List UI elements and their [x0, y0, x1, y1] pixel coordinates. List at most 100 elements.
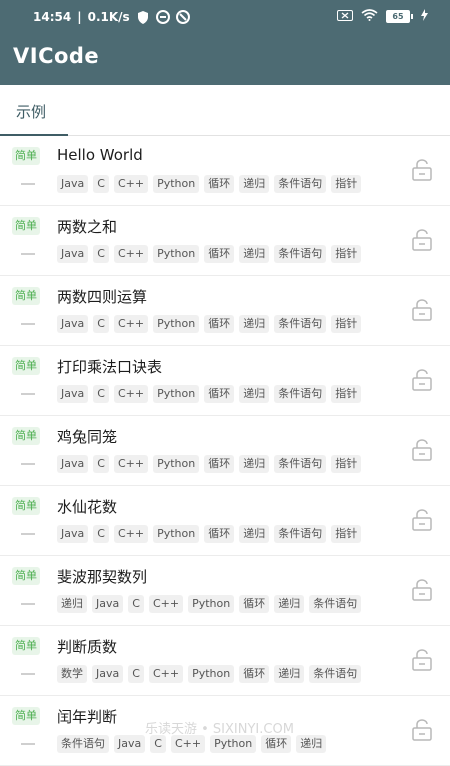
tag: 指针	[331, 455, 362, 473]
unlock-icon[interactable]	[411, 438, 433, 462]
unlock-icon[interactable]	[411, 508, 433, 532]
unlock-icon[interactable]	[411, 228, 433, 252]
tag: 递归	[239, 315, 270, 333]
tag: Python	[210, 735, 257, 753]
list-item[interactable]: 简单 鸡兔同笼 Java C C++ Python 循环 递归 条件语句 指针	[0, 416, 450, 486]
tag: 循环	[239, 595, 270, 613]
list-item[interactable]: 简单 Hello World Java C C++ Python 循环 递归 条件语句 指针	[0, 136, 450, 206]
tag: 指针	[331, 315, 362, 333]
tag: C	[93, 525, 109, 543]
tag: C++	[113, 175, 149, 193]
tag: C++	[113, 245, 149, 263]
list-item[interactable]: 简单 斐波那契数列 递归 Java C C++ Python 循环 递归 条件语句	[0, 556, 450, 626]
tag: 条件语句	[309, 665, 362, 683]
dash-divider	[21, 253, 35, 255]
tag: 循环	[261, 735, 292, 753]
tag: 循环	[204, 455, 235, 473]
tag: Python	[153, 385, 200, 403]
sim-icon	[337, 9, 353, 24]
unlock-icon[interactable]	[411, 368, 433, 392]
unlock-icon[interactable]	[411, 648, 433, 672]
app-bar: 14:54 | 0.1K/s 65 VICode	[0, 0, 450, 85]
tag: 递归	[239, 385, 270, 403]
difficulty-badge: 简单	[12, 147, 40, 165]
dash-divider	[21, 533, 35, 535]
unlock-icon[interactable]	[411, 578, 433, 602]
app-title: VICode	[13, 44, 100, 68]
item-title: 两数四则运算	[57, 288, 148, 306]
item-title: 判断质数	[57, 638, 118, 656]
tag-list: Java C C++ Python 循环 递归 条件语句 指针	[57, 175, 362, 193]
tag: C	[93, 175, 109, 193]
tag: 循环	[239, 665, 270, 683]
tag: C	[128, 595, 144, 613]
tag: Java	[57, 245, 89, 263]
difficulty-badge: 简单	[12, 637, 40, 655]
tag: 循环	[204, 245, 235, 263]
list-item[interactable]: 简单 打印乘法口诀表 Java C C++ Python 循环 递归 条件语句 指针	[0, 346, 450, 416]
status-time: 14:54	[33, 10, 72, 24]
status-bar: 14:54 | 0.1K/s 65	[0, 0, 450, 34]
unlock-icon[interactable]	[411, 298, 433, 322]
charging-icon	[421, 9, 428, 24]
tag: Java	[57, 175, 89, 193]
tag: 循环	[204, 385, 235, 403]
item-title: 两数之和	[57, 218, 118, 236]
tag: C++	[113, 385, 149, 403]
tag: 条件语句	[309, 595, 362, 613]
unlock-icon[interactable]	[411, 718, 433, 742]
difficulty-badge: 简单	[12, 287, 40, 305]
tag: 递归	[239, 455, 270, 473]
tag: C	[128, 665, 144, 683]
difficulty-badge: 简单	[12, 707, 40, 725]
tag: C	[93, 315, 109, 333]
tag-list: 递归 Java C C++ Python 循环 递归 条件语句	[57, 595, 362, 613]
tag: 循环	[204, 525, 235, 543]
tag: 递归	[239, 525, 270, 543]
item-title: 打印乘法口诀表	[57, 358, 163, 376]
tag: Java	[57, 315, 89, 333]
tag: 指针	[331, 175, 362, 193]
unlock-icon[interactable]	[411, 158, 433, 182]
tag: Java	[114, 735, 146, 753]
dash-divider	[21, 393, 35, 395]
list-item[interactable]: 简单 两数四则运算 Java C C++ Python 循环 递归 条件语句 指针	[0, 276, 450, 346]
tag-list: Java C C++ Python 循环 递归 条件语句 指针	[57, 315, 362, 333]
tag: Java	[57, 455, 89, 473]
tag: C++	[113, 315, 149, 333]
tag: Java	[57, 385, 89, 403]
tag-list: Java C C++ Python 循环 递归 条件语句 指针	[57, 525, 362, 543]
tag: 递归	[239, 175, 270, 193]
example-list: 简单 Hello World Java C C++ Python 循环 递归 条件语句 指针 …	[0, 136, 450, 766]
list-item[interactable]: 简单 两数之和 Java C C++ Python 循环 递归 条件语句 指针	[0, 206, 450, 276]
tag-list: 数学 Java C C++ Python 循环 递归 条件语句	[57, 665, 362, 683]
difficulty-badge: 简单	[12, 497, 40, 515]
tag: C++	[148, 665, 184, 683]
item-title: 鸡兔同笼	[57, 428, 118, 446]
tag: C++	[148, 595, 184, 613]
item-title: 斐波那契数列	[57, 568, 148, 586]
tag: C	[93, 245, 109, 263]
tag: Python	[153, 245, 200, 263]
tag-list: Java C C++ Python 循环 递归 条件语句 指针	[57, 245, 362, 263]
shield-icon	[136, 10, 150, 24]
tag: 条件语句	[274, 245, 327, 263]
tag: 指针	[331, 245, 362, 263]
tag: 递归	[296, 735, 327, 753]
tag: 条件语句	[274, 385, 327, 403]
tag: Python	[153, 525, 200, 543]
tag: 递归	[274, 595, 305, 613]
tag: C++	[170, 735, 206, 753]
tag-list: Java C C++ Python 循环 递归 条件语句 指针	[57, 385, 362, 403]
tag: 递归	[239, 245, 270, 263]
list-item[interactable]: 简单 判断质数 数学 Java C C++ Python 循环 递归 条件语句	[0, 626, 450, 696]
tab-examples[interactable]: 示例	[0, 85, 68, 136]
app-notification-icon-2	[175, 10, 190, 24]
tag-list: 条件语句 Java C C++ Python 循环 递归	[57, 735, 327, 753]
tag: C	[93, 455, 109, 473]
item-title: 闰年判断	[57, 708, 118, 726]
watermark: 乐读天游 • SIXINYI.COM	[145, 722, 294, 737]
tag: 指针	[331, 525, 362, 543]
tag: 数学	[57, 665, 87, 683]
list-item[interactable]: 简单 水仙花数 Java C C++ Python 循环 递归 条件语句 指针	[0, 486, 450, 556]
